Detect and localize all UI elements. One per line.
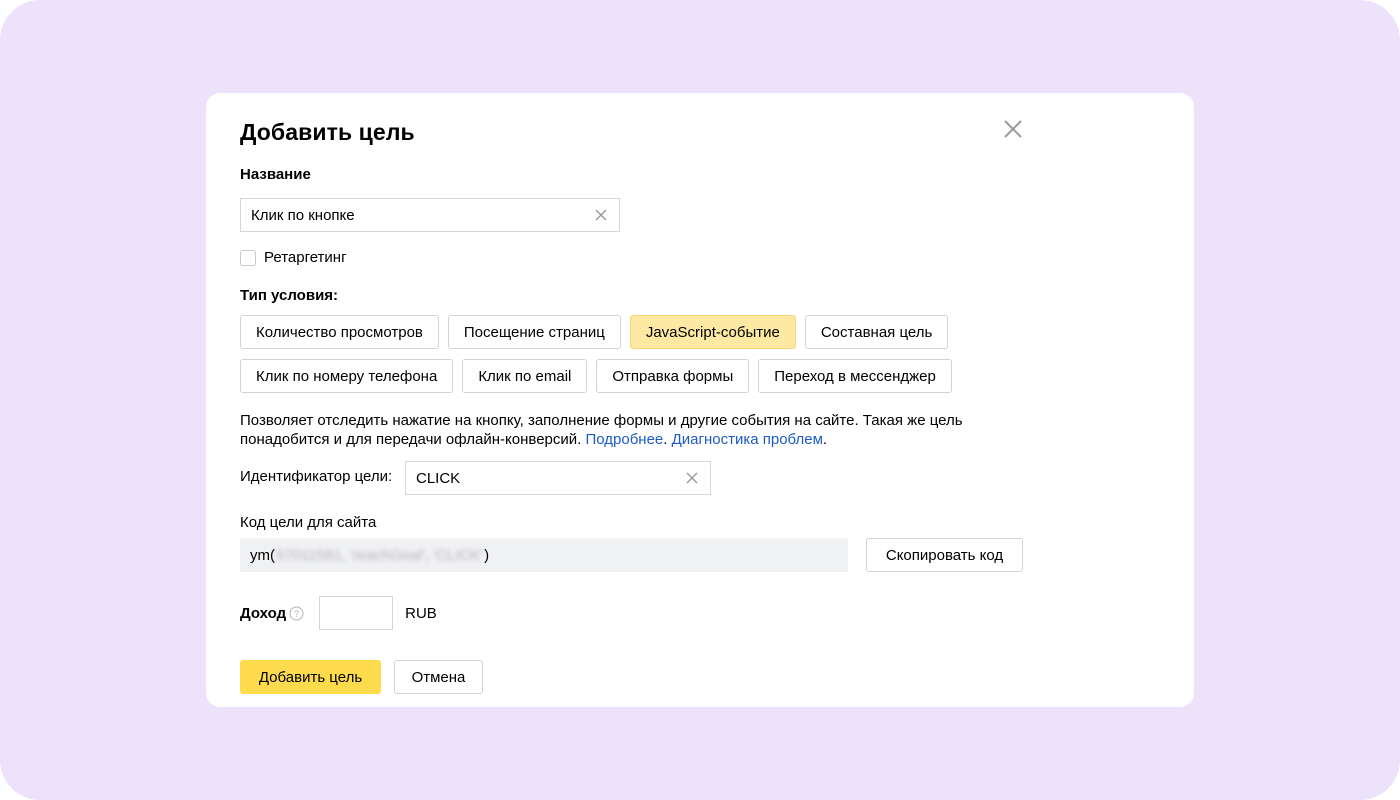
retargeting-row[interactable]: Ретаргетинг xyxy=(240,249,347,266)
close-icon[interactable] xyxy=(1002,118,1024,140)
retargeting-label: Ретаргетинг xyxy=(264,249,347,266)
income-input[interactable] xyxy=(319,596,394,630)
site-code-box: ym(57011581, 'reachGoal', 'CLICK') xyxy=(240,538,848,572)
goal-name-value: Клик по кнопке xyxy=(251,206,355,224)
currency-label: RUB xyxy=(405,604,437,622)
goal-id-label: Идентификатор цели: xyxy=(240,468,393,485)
svg-text:?: ? xyxy=(294,609,299,619)
chip-form-submit[interactable]: Отправка формы xyxy=(596,359,750,393)
chip-page-visits[interactable]: Посещение страниц xyxy=(447,315,621,349)
chip-phone-click[interactable]: Клик по номеру телефона xyxy=(240,359,454,393)
description-separator: . xyxy=(663,431,672,448)
chip-messenger[interactable]: Переход в мессенджер xyxy=(758,359,952,393)
description-end: . xyxy=(822,431,828,448)
add-goal-button[interactable]: Добавить цель xyxy=(240,660,381,694)
site-code-label: Код цели для сайта xyxy=(240,514,377,531)
condition-type-row-2: Клик по номеру телефона Клик по email От… xyxy=(240,359,961,393)
clear-name-icon[interactable] xyxy=(595,209,607,221)
condition-type-label: Тип условия: xyxy=(240,287,339,304)
cancel-button[interactable]: Отмена xyxy=(394,660,483,694)
dialog-title: Добавить цель xyxy=(240,119,415,145)
help-icon[interactable]: ? xyxy=(289,606,304,621)
chip-composite-goal[interactable]: Составная цель xyxy=(804,315,949,349)
income-label: Доход xyxy=(240,604,287,622)
condition-description: Позволяет отследить нажатие на кнопку, з… xyxy=(240,411,1020,449)
retargeting-checkbox[interactable] xyxy=(240,249,256,266)
more-link[interactable]: Подробнее xyxy=(585,431,663,448)
diagnostics-link[interactable]: Диагностика проблем xyxy=(672,431,823,448)
goal-id-input[interactable]: CLICK xyxy=(405,461,711,495)
code-blurred-value: 57011581, 'reachGoal', 'CLICK' xyxy=(276,546,484,564)
code-suffix: ) xyxy=(484,546,490,564)
name-label: Название xyxy=(240,166,311,183)
clear-goal-id-icon[interactable] xyxy=(686,472,698,484)
page-background: Добавить цель Название Клик по кнопке Ре… xyxy=(0,0,1400,800)
goal-id-value: CLICK xyxy=(416,469,461,487)
code-prefix: ym( xyxy=(250,546,275,564)
condition-type-row-1: Количество просмотров Посещение страниц … xyxy=(240,315,957,349)
chip-views-count[interactable]: Количество просмотров xyxy=(240,315,439,349)
chip-email-click[interactable]: Клик по email xyxy=(462,359,588,393)
add-goal-dialog: Добавить цель Название Клик по кнопке Ре… xyxy=(206,93,1194,707)
copy-code-button[interactable]: Скопировать код xyxy=(866,538,1023,572)
goal-name-input[interactable]: Клик по кнопке xyxy=(240,198,620,232)
income-row: Доход ? RUB xyxy=(240,596,437,630)
chip-javascript-event[interactable]: JavaScript-событие xyxy=(629,315,796,349)
